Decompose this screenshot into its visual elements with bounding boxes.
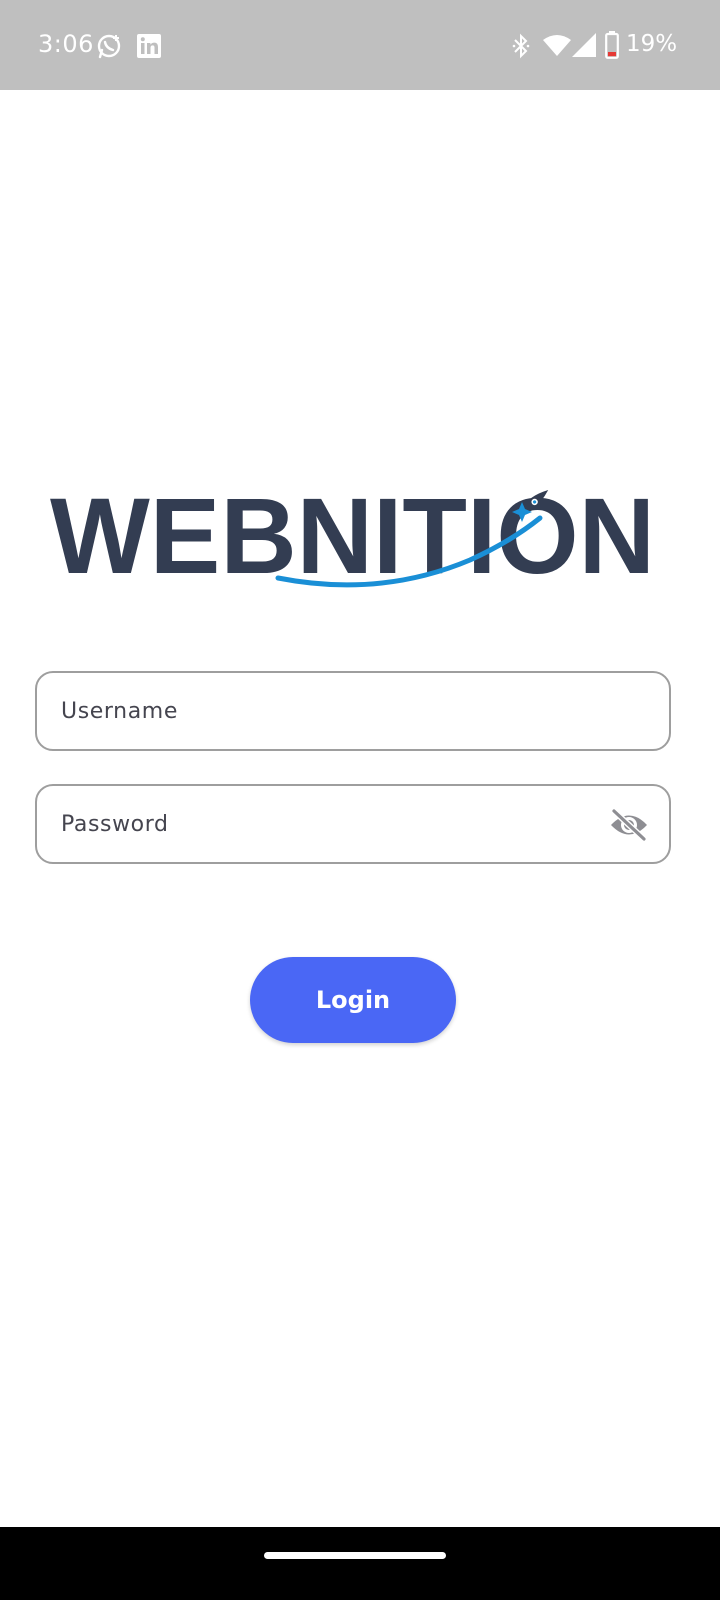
battery-percent: 19% [626,31,678,57]
signal-icon [572,33,596,57]
status-time: 3:06 [38,30,94,58]
password-input[interactable] [61,786,621,862]
navigation-bar [0,1527,720,1600]
eye-off-icon[interactable] [609,808,649,842]
bluetooth-icon [512,33,530,59]
login-button[interactable]: Login [250,957,456,1043]
username-input[interactable] [61,673,621,749]
linkedin-icon [137,34,161,58]
home-indicator[interactable] [264,1552,446,1559]
status-bar: 3:06 19% [0,0,720,90]
username-field[interactable] [35,671,671,751]
wifi-icon [543,35,571,56]
password-field[interactable] [35,784,671,864]
webnition-logo: WEBNITION [50,478,655,596]
logo-text: WEBNITION [50,478,655,596]
whatsapp-icon [97,34,121,59]
battery-icon [605,31,619,59]
login-screen: 3:06 19% WEBNITION Username Login [0,0,720,1600]
